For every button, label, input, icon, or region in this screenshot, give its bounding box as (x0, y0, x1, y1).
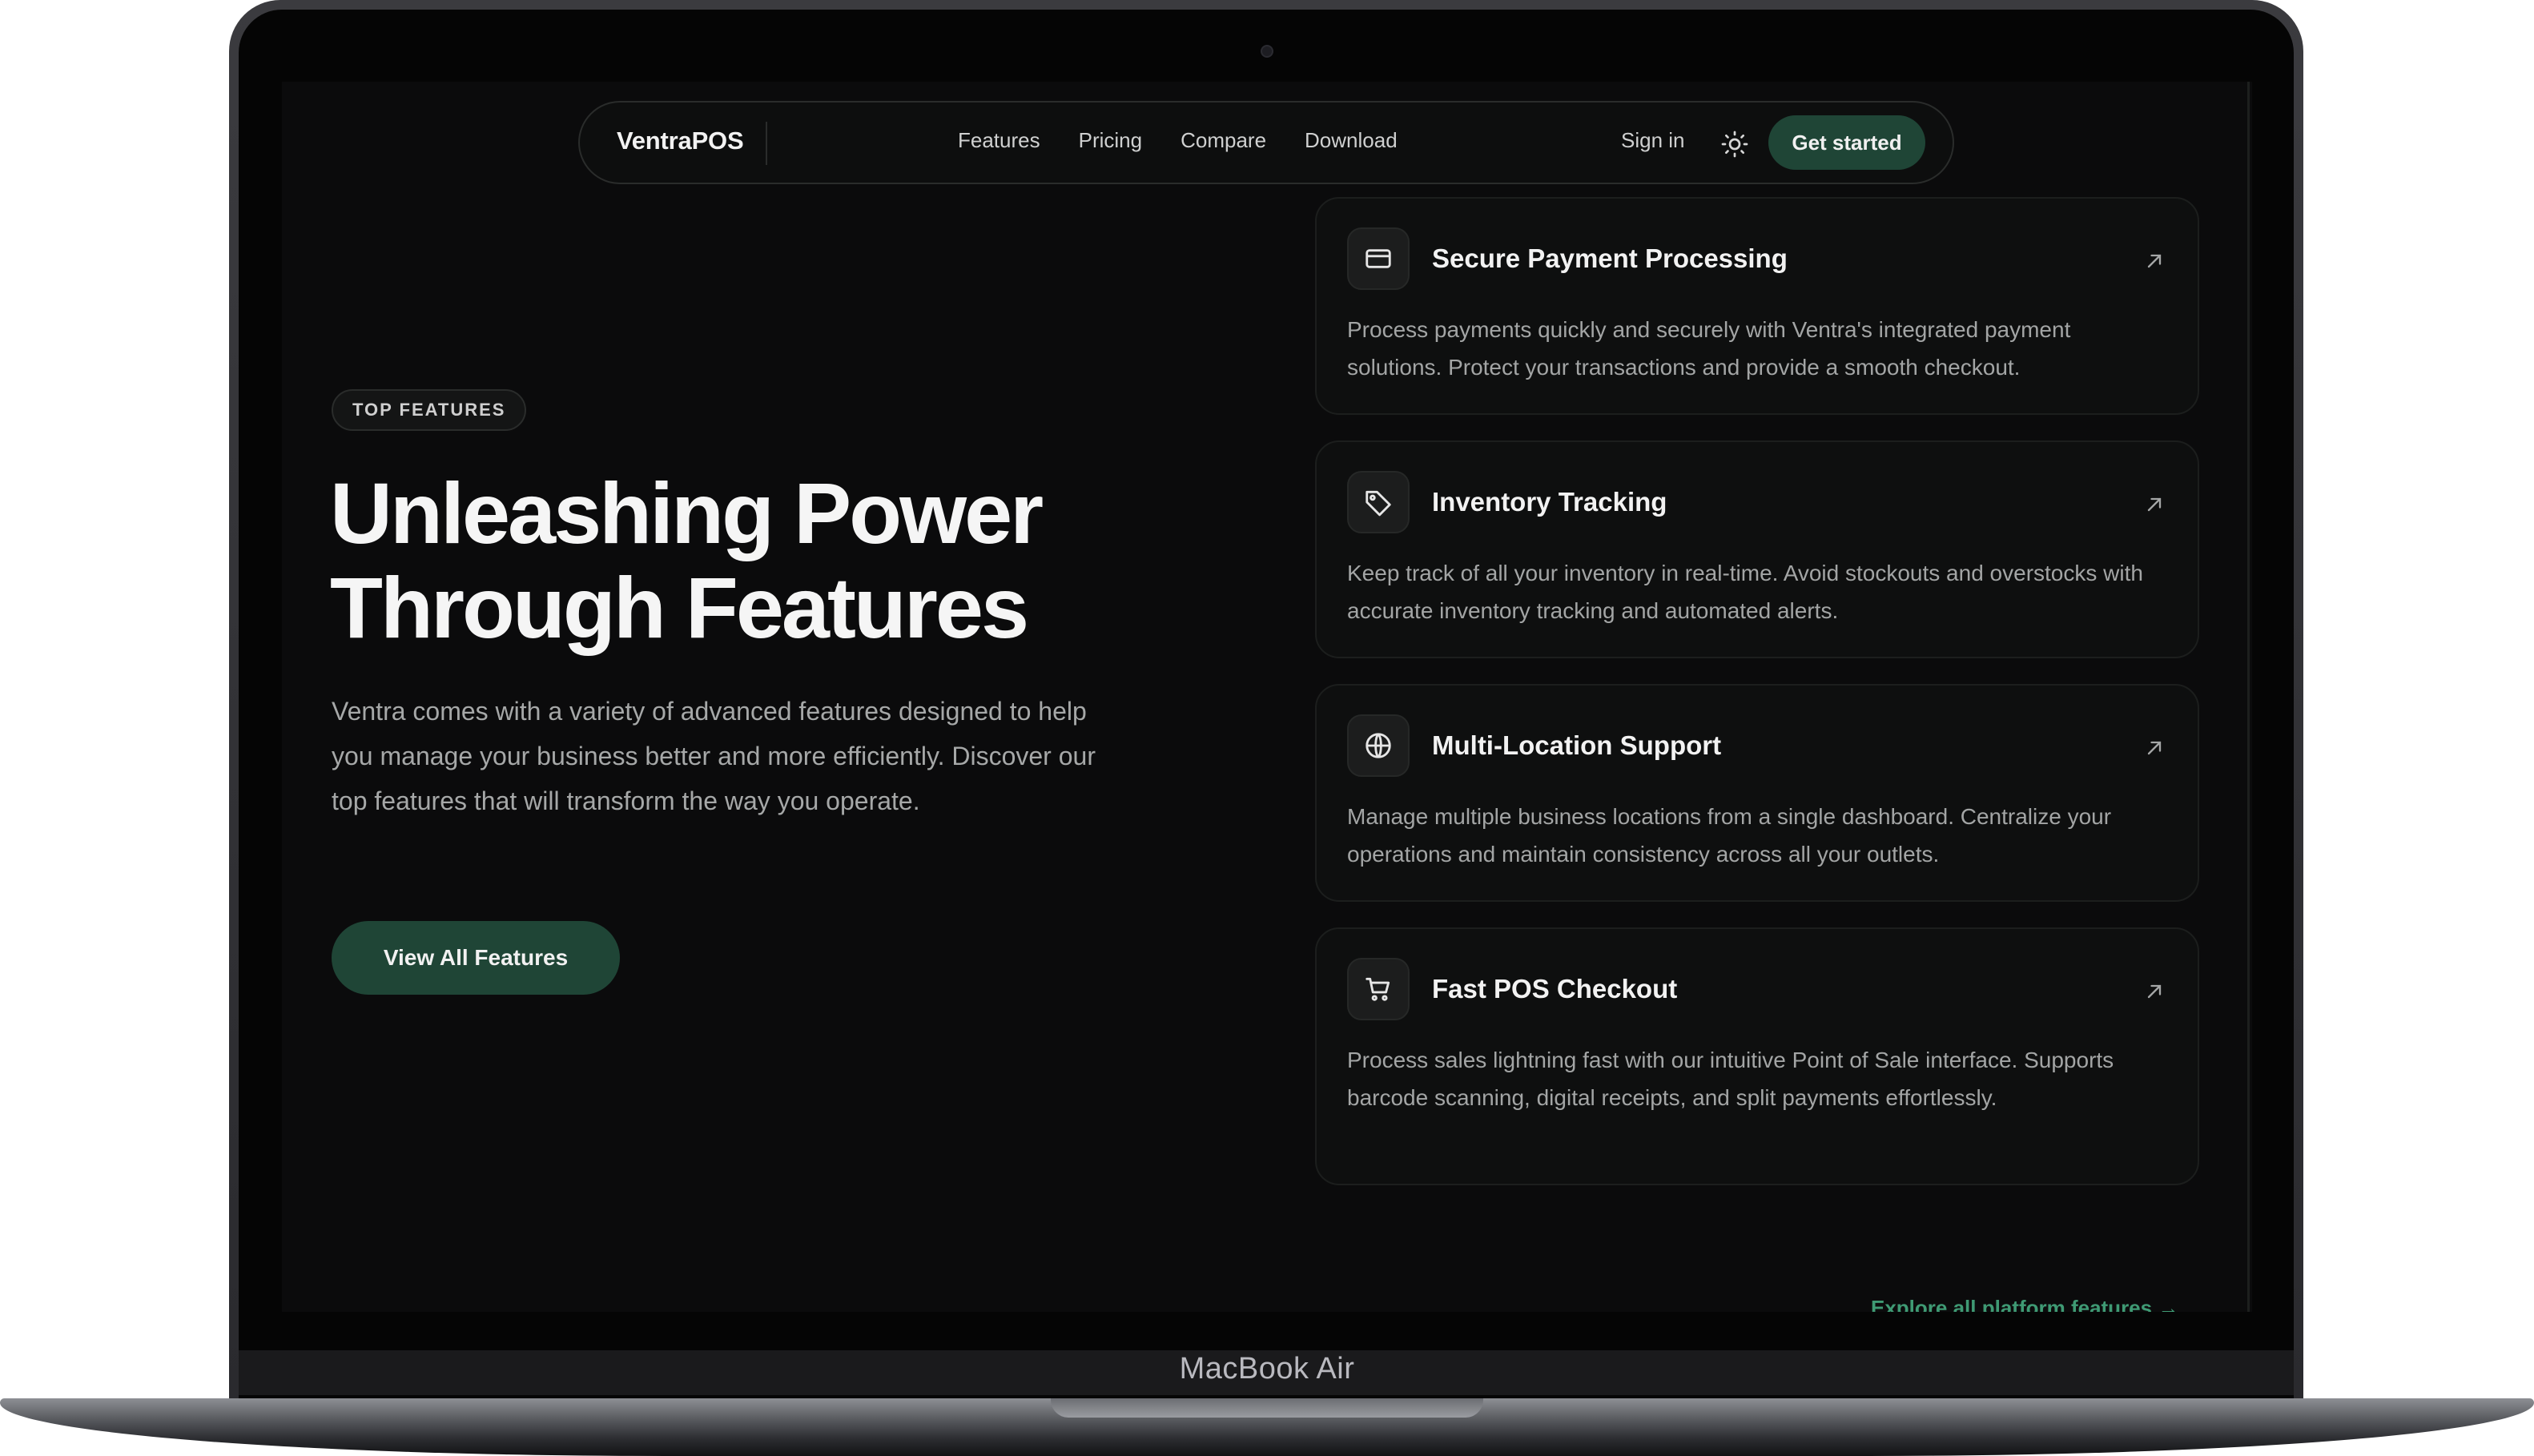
laptop-notch (1051, 1398, 1483, 1418)
nav-links: Features Pricing Compare Download (958, 128, 1398, 153)
feature-title: Secure Payment Processing (1432, 243, 1788, 273)
nav-link-features[interactable]: Features (958, 128, 1040, 153)
feature-title: Fast POS Checkout (1432, 974, 1678, 1004)
arrow-up-right-icon[interactable] (2143, 250, 2166, 272)
feature-card-multi-location[interactable]: Multi-Location Support Manage multiple b… (1315, 684, 2199, 902)
camera-icon (1261, 45, 1273, 58)
arrow-up-right-icon[interactable] (2143, 980, 2166, 1003)
hero-description: Ventra comes with a variety of advanced … (332, 697, 1096, 815)
feature-card-fast-checkout[interactable]: Fast POS Checkout Process sales lightnin… (1315, 927, 2199, 1185)
feature-description: Manage multiple business locations from … (1347, 804, 2112, 867)
feature-description: Process sales lightning fast with our in… (1347, 1048, 2114, 1110)
feature-card-inventory[interactable]: Inventory Tracking Keep track of all you… (1315, 440, 2199, 658)
feature-description: Process payments quickly and securely wi… (1347, 317, 2071, 380)
hero-title-line-1: Unleashing Power (330, 465, 1044, 561)
view-all-features-button[interactable]: View All Features (332, 921, 620, 995)
screen-edge (2247, 82, 2250, 1312)
screen: VentraPOS Features Pricing Compare Downl… (282, 82, 2252, 1312)
top-navbar: VentraPOS Features Pricing Compare Downl… (578, 101, 1954, 184)
nav-link-compare[interactable]: Compare (1181, 128, 1266, 153)
hero-title-line-2: Through Features (330, 559, 1029, 656)
logo[interactable]: VentraPOS (617, 127, 744, 155)
nav-divider (766, 122, 767, 165)
feature-card-secure-payment[interactable]: Secure Payment Processing Process paymen… (1315, 197, 2199, 415)
get-started-button[interactable]: Get started (1768, 115, 1925, 170)
tag-icon (1347, 471, 1410, 533)
nav-link-pricing[interactable]: Pricing (1079, 128, 1142, 153)
credit-card-icon (1347, 227, 1410, 290)
sign-in-link[interactable]: Sign in (1621, 128, 1685, 153)
device-label: MacBook Air (1179, 1352, 1355, 1386)
shopping-cart-icon (1347, 958, 1410, 1020)
hero-title: Unleashing Power Through Features (330, 466, 1211, 655)
explore-features-link[interactable]: Explore all platform features → (1871, 1296, 2178, 1312)
arrow-up-right-icon[interactable] (2143, 737, 2166, 759)
feature-title: Inventory Tracking (1432, 487, 1667, 517)
nav-link-download[interactable]: Download (1305, 128, 1398, 153)
feature-description: Keep track of all your inventory in real… (1347, 561, 2143, 623)
section-badge: TOP FEATURES (332, 389, 527, 431)
arrow-up-right-icon[interactable] (2143, 493, 2166, 516)
sun-icon[interactable] (1720, 130, 1749, 159)
globe-icon (1347, 714, 1410, 777)
feature-title: Multi-Location Support (1432, 730, 1722, 760)
